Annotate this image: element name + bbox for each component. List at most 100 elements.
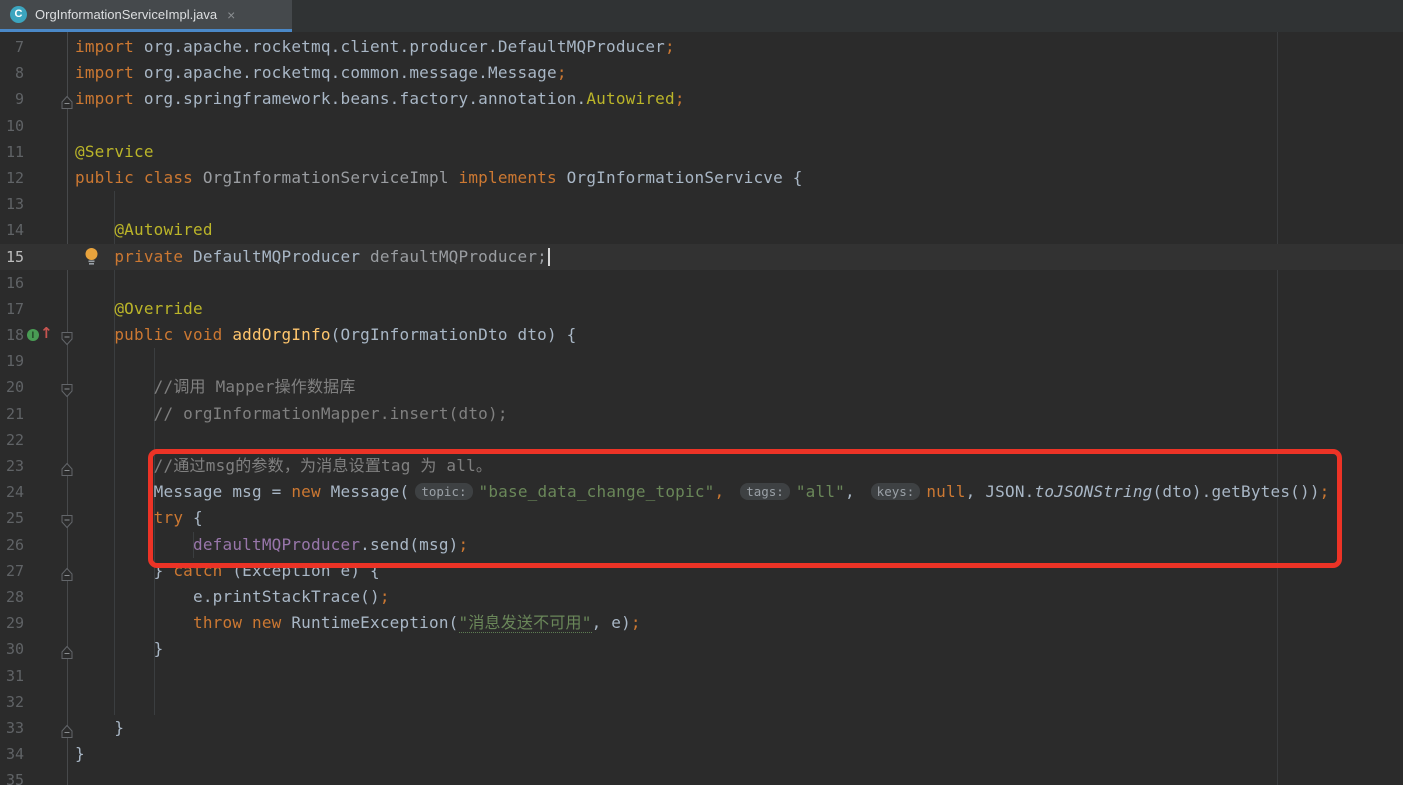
fold-up-icon[interactable] [60,459,74,474]
parameter-hint: keys: [871,483,921,500]
tab-close-icon[interactable]: × [227,8,235,22]
code-line[interactable]: 18I↑ public void addOrgInfo(OrgInformati… [0,322,1403,348]
line-number: 15 [0,244,24,270]
code-text [67,191,75,217]
gutter[interactable]: 26 [0,532,67,558]
text-caret [548,248,550,266]
gutter[interactable]: 17 [0,296,67,322]
code-line[interactable]: 22 [0,427,1403,453]
code-line[interactable]: 7import org.apache.rocketmq.client.produ… [0,34,1403,60]
gutter[interactable]: 31 [0,663,67,689]
line-number: 24 [0,479,24,505]
gutter[interactable]: 11 [0,139,67,165]
gutter[interactable]: 23 [0,453,67,479]
line-number: 34 [0,741,24,767]
gutter[interactable]: 35 [0,767,67,785]
gutter[interactable]: 19 [0,348,67,374]
gutter[interactable]: 22 [0,427,67,453]
fold-down-icon[interactable] [60,328,74,343]
gutter[interactable]: 20 [0,374,67,400]
parameter-hint: tags: [740,483,790,500]
code-line[interactable]: 21 // orgInformationMapper.insert(dto); [0,401,1403,427]
gutter[interactable]: 12 [0,165,67,191]
code-text [67,113,75,139]
gutter[interactable]: 8 [0,60,67,86]
line-number: 33 [0,715,24,741]
code-line[interactable]: 10 [0,113,1403,139]
intention-bulb-icon[interactable] [84,247,99,266]
code-line[interactable]: 31 [0,663,1403,689]
code-line[interactable]: 27 } catch (Exception e) { [0,558,1403,584]
gutter[interactable]: 10 [0,113,67,139]
line-number: 23 [0,453,24,479]
gutter[interactable]: 29 [0,610,67,636]
line-number: 31 [0,663,24,689]
gutter[interactable]: 18I↑ [0,322,67,348]
editor[interactable]: 7import org.apache.rocketmq.client.produ… [0,32,1403,785]
gutter[interactable]: 7 [0,34,67,60]
code-line[interactable]: 33 } [0,715,1403,741]
code-line[interactable]: 24 Message msg = new Message(topic:"base… [0,479,1403,505]
fold-up-icon[interactable] [60,92,74,107]
line-number: 26 [0,532,24,558]
code-text: @Override [67,296,203,322]
code-line[interactable]: 8import org.apache.rocketmq.common.messa… [0,60,1403,86]
fold-down-icon[interactable] [60,380,74,395]
code-text: public void addOrgInfo(OrgInformationDto… [67,322,577,348]
line-number: 16 [0,270,24,296]
code-rows: 7import org.apache.rocketmq.client.produ… [0,34,1403,785]
code-text: try { [67,505,203,531]
code-line[interactable]: 15 private DefaultMQProducer defaultMQPr… [0,244,1403,270]
code-line[interactable]: 34} [0,741,1403,767]
code-line[interactable]: 14 @Autowired [0,217,1403,243]
code-line[interactable]: 9import org.springframework.beans.factor… [0,86,1403,112]
fold-up-icon[interactable] [60,564,74,579]
code-line[interactable]: 11@Service [0,139,1403,165]
code-line[interactable]: 13 [0,191,1403,217]
code-line[interactable]: 20 //调用 Mapper操作数据库 [0,374,1403,400]
code-line[interactable]: 16 [0,270,1403,296]
code-line[interactable]: 23 //通过msg的参数，为消息设置tag 为 all。 [0,453,1403,479]
code-line[interactable]: 25 try { [0,505,1403,531]
gutter[interactable]: 16 [0,270,67,296]
code-line[interactable]: 26 defaultMQProducer.send(msg); [0,532,1403,558]
code-line[interactable]: 29 throw new RuntimeException("消息发送不可用",… [0,610,1403,636]
gutter[interactable]: 27 [0,558,67,584]
gutter[interactable]: 24 [0,479,67,505]
gutter[interactable]: 32 [0,689,67,715]
code-line[interactable]: 12public class OrgInformationServiceImpl… [0,165,1403,191]
gutter[interactable]: 34 [0,741,67,767]
editor-tab-bar: C OrgInformationServiceImpl.java × [0,0,1403,32]
code-line[interactable]: 32 [0,689,1403,715]
gutter[interactable]: 30 [0,636,67,662]
code-line[interactable]: 30 } [0,636,1403,662]
code-text: e.printStackTrace(); [67,584,390,610]
tab-orginformationserviceimpl[interactable]: C OrgInformationServiceImpl.java × [0,0,292,29]
parameter-hint: topic: [415,483,472,500]
gutter[interactable]: 25 [0,505,67,531]
gutter[interactable]: 28 [0,584,67,610]
fold-down-icon[interactable] [60,511,74,526]
code-text: } [67,636,164,662]
code-line[interactable]: 35 [0,767,1403,785]
code-text [67,348,75,374]
gutter[interactable]: 15 [0,244,67,270]
gutter[interactable]: 21 [0,401,67,427]
code-text [67,689,75,715]
gutter[interactable]: 33 [0,715,67,741]
line-number: 7 [0,34,24,60]
code-text: @Autowired [67,217,213,243]
code-line[interactable]: 28 e.printStackTrace(); [0,584,1403,610]
fold-up-icon[interactable] [60,642,74,657]
fold-up-icon[interactable] [60,721,74,736]
code-text: } catch (Exception e) { [67,558,380,584]
line-number: 10 [0,113,24,139]
implements-method-icon[interactable]: I↑ [27,327,53,343]
code-text: defaultMQProducer.send(msg); [67,532,468,558]
line-number: 28 [0,584,24,610]
code-line[interactable]: 19 [0,348,1403,374]
code-line[interactable]: 17 @Override [0,296,1403,322]
gutter[interactable]: 14 [0,217,67,243]
gutter[interactable]: 13 [0,191,67,217]
gutter[interactable]: 9 [0,86,67,112]
